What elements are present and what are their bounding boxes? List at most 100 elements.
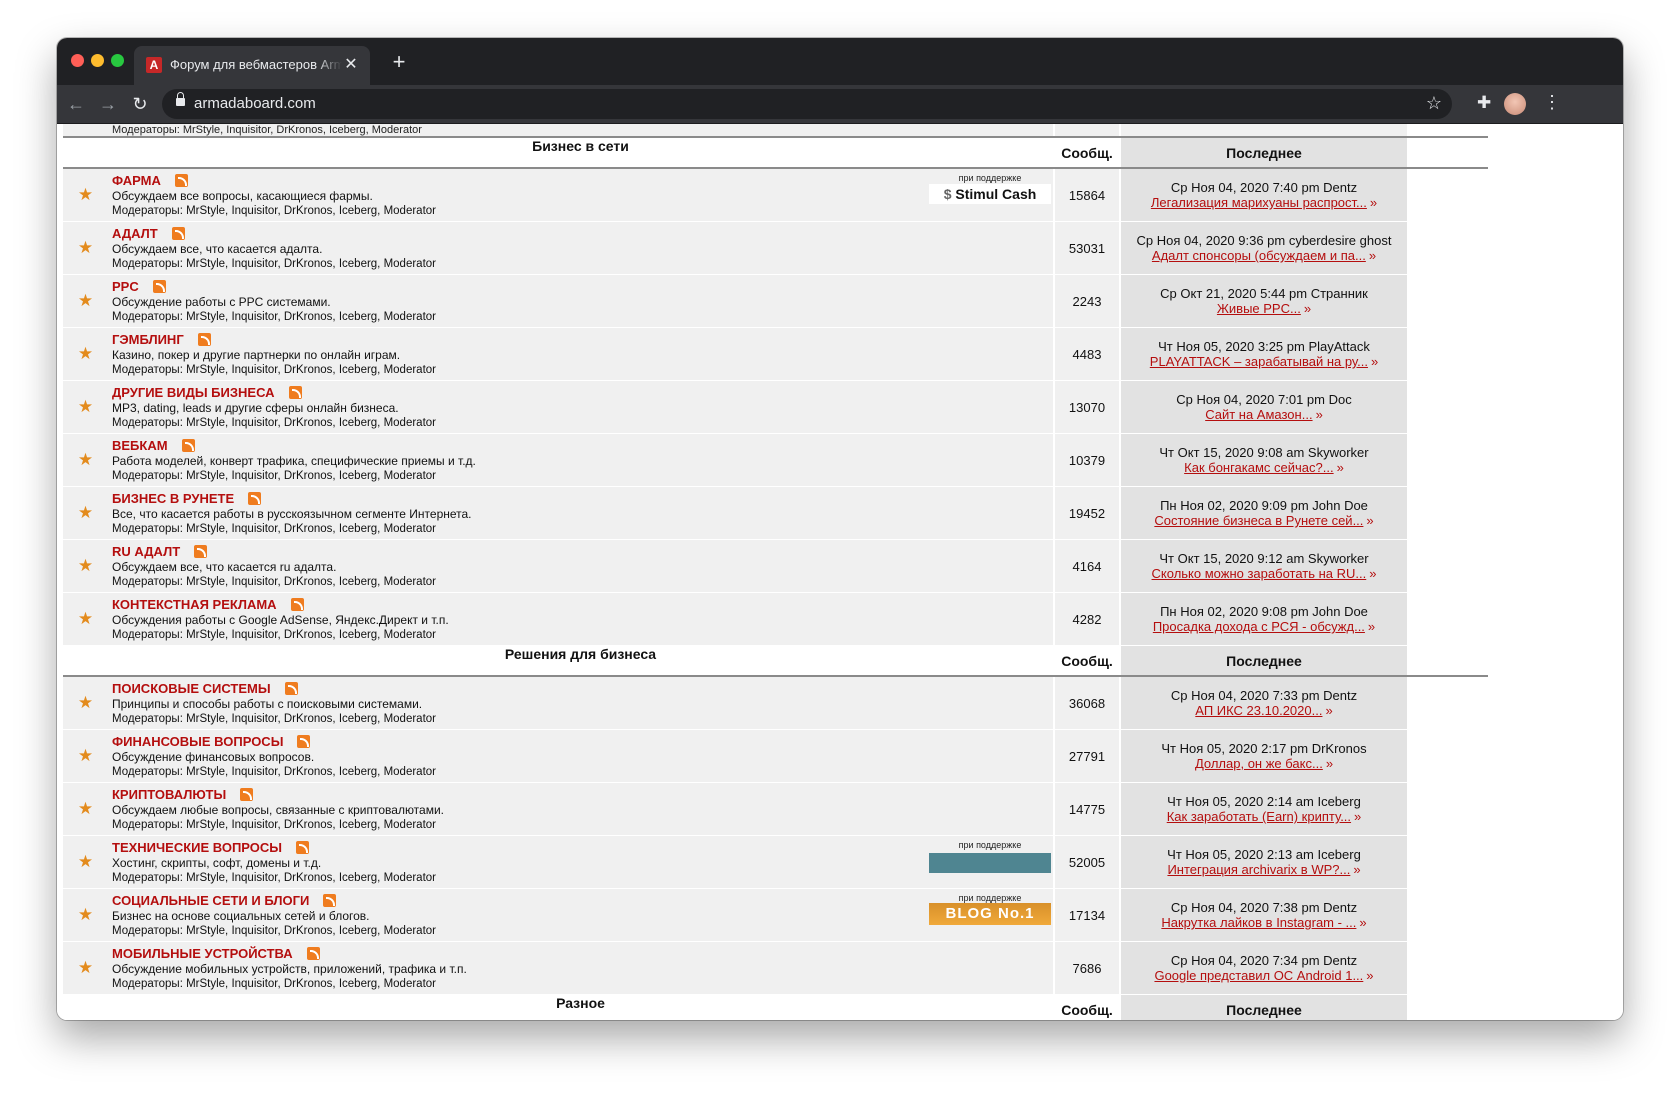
reload-icon[interactable]: ↻: [129, 93, 151, 115]
rss-feed-icon[interactable]: [288, 386, 302, 399]
last-post-arrow-icon[interactable]: »: [1370, 195, 1377, 210]
window-minimize-button[interactable]: [91, 54, 104, 67]
sponsor-label: при поддержке: [958, 173, 1022, 183]
forum-post-count: 15864: [1068, 187, 1106, 203]
browser-menu-icon[interactable]: ⋮: [1543, 92, 1561, 113]
rss-feed-icon[interactable]: [323, 894, 337, 907]
last-post-arrow-icon[interactable]: »: [1369, 248, 1376, 263]
forum-moderators: Модераторы: MrStyle, Inquisitor, DrKrono…: [112, 470, 436, 482]
address-bar[interactable]: armadaboard.com ☆: [162, 89, 1452, 119]
rss-feed-icon[interactable]: [248, 492, 262, 505]
window-maximize-button[interactable]: [111, 54, 124, 67]
forum-title-link[interactable]: ФИНАНСОВЫЕ ВОПРОСЫ: [112, 734, 283, 749]
last-post-arrow-icon[interactable]: »: [1359, 915, 1366, 930]
rss-feed-icon[interactable]: [306, 947, 320, 960]
forum-title-link[interactable]: ГЭМБЛИНГ: [112, 332, 184, 347]
rss-feed-icon[interactable]: [197, 333, 211, 346]
last-post-arrow-icon[interactable]: »: [1353, 862, 1360, 877]
forum-title-link[interactable]: ДРУГИЕ ВИДЫ БИЗНЕСА: [112, 385, 275, 400]
profile-avatar[interactable]: [1504, 93, 1526, 115]
rss-feed-icon[interactable]: [171, 227, 185, 240]
category-header-row: Разное Сообщ. Последнее: [63, 994, 1488, 1020]
last-post-link[interactable]: Накрутка лайков в Instagram - ...: [1161, 915, 1356, 930]
lock-icon[interactable]: [176, 92, 185, 106]
last-post-arrow-icon[interactable]: »: [1354, 809, 1361, 824]
forum-title-link[interactable]: RU АДАЛТ: [112, 544, 180, 559]
rss-feed-icon[interactable]: [152, 280, 166, 293]
last-post-link[interactable]: Сколько можно заработать на RU...: [1152, 566, 1367, 581]
browser-tab[interactable]: A Форум для вебмастеров Armada ✕: [134, 46, 370, 85]
last-post-link[interactable]: Интеграция archivarix в WP?...: [1167, 862, 1350, 877]
rss-feed-icon[interactable]: [296, 841, 310, 854]
forum-description: Обсуждаем все, что касается адалта.: [112, 242, 323, 256]
forum-title-link[interactable]: ВЕБКАМ: [112, 438, 168, 453]
last-post-link[interactable]: Состояние бизнеса в Рунете сей...: [1154, 513, 1363, 528]
forum-post-count: 7686: [1072, 960, 1102, 976]
forum-row: ★ ТЕХНИЧЕСКИЕ ВОПРОСЫ Хостинг, скрипты, со…: [63, 835, 1488, 889]
last-post-link[interactable]: Живые PPC...: [1217, 301, 1301, 316]
last-post-meta: Пн Ноя 02, 2020 9:08 pm John Doe: [1160, 604, 1368, 619]
last-post-arrow-icon[interactable]: »: [1316, 407, 1323, 422]
rss-feed-icon[interactable]: [194, 545, 208, 558]
forum-post-count: 4282: [1072, 611, 1102, 627]
forum-post-count: 13070: [1068, 399, 1106, 415]
last-post-link[interactable]: АП ИКС 23.10.2020...: [1195, 703, 1322, 718]
forum-title-link[interactable]: БИЗНЕС В РУНЕТЕ: [112, 491, 234, 506]
back-icon[interactable]: ←: [65, 93, 87, 115]
extensions-puzzle-icon[interactable]: ✚: [1477, 93, 1491, 113]
blog-no1-logo[interactable]: BLOG No.1: [929, 903, 1051, 925]
last-post-link[interactable]: Адалт спонсоры (обсуждаем и па...: [1152, 248, 1366, 263]
category-title[interactable]: Разное: [556, 995, 605, 1011]
rss-feed-icon[interactable]: [240, 788, 254, 801]
url-text[interactable]: armadaboard.com: [194, 95, 316, 112]
stimul-cash-logo[interactable]: Stimul Cash: [929, 184, 1051, 204]
rss-feed-icon[interactable]: [174, 174, 188, 187]
forum-title-link[interactable]: PPC: [112, 279, 139, 294]
last-post-arrow-icon[interactable]: »: [1366, 513, 1373, 528]
last-post-meta: Чт Ноя 05, 2020 2:17 pm DrKronos: [1161, 741, 1367, 756]
last-post-link[interactable]: Как заработать (Earn) крипту...: [1167, 809, 1351, 824]
forum-title-link[interactable]: МОБИЛЬНЫЕ УСТРОЙСТВА: [112, 946, 293, 961]
sponsor-banner[interactable]: при поддержке: [929, 840, 1051, 873]
column-header-posts: Сообщ.: [1061, 1001, 1113, 1018]
last-post-arrow-icon[interactable]: »: [1326, 756, 1333, 771]
last-post-arrow-icon[interactable]: »: [1371, 354, 1378, 369]
forum-title-link[interactable]: АДАЛТ: [112, 226, 158, 241]
forum-title-link[interactable]: СОЦИАЛЬНЫЕ СЕТИ И БЛОГИ: [112, 893, 309, 908]
new-tab-button[interactable]: +: [389, 51, 409, 73]
last-post-arrow-icon[interactable]: »: [1366, 968, 1373, 983]
category-title[interactable]: Решения для бизнеса: [505, 646, 656, 662]
sponsor-banner[interactable]: при поддержке BLOG No.1: [929, 893, 1051, 925]
rss-feed-icon[interactable]: [290, 598, 304, 611]
column-header-posts: Сообщ.: [1061, 652, 1113, 669]
last-post-link[interactable]: PLAYATTACK – зарабатывай на ру...: [1150, 354, 1368, 369]
rss-feed-icon[interactable]: [284, 682, 298, 695]
bookmark-star-icon[interactable]: ☆: [1426, 93, 1442, 114]
last-post-link[interactable]: Просадка дохода с РСЯ - обсужд...: [1153, 619, 1365, 634]
forum-title-link[interactable]: ТЕХНИЧЕСКИЕ ВОПРОСЫ: [112, 840, 282, 855]
sponsor-banner-image[interactable]: [929, 853, 1051, 873]
last-post-arrow-icon[interactable]: »: [1369, 566, 1376, 581]
forum-title-link[interactable]: ФАРМА: [112, 173, 161, 188]
last-post-arrow-icon[interactable]: »: [1325, 703, 1332, 718]
last-post-arrow-icon[interactable]: »: [1304, 301, 1311, 316]
forum-moderators: Модераторы: MrStyle, Inquisitor, DrKrono…: [112, 713, 436, 725]
last-post-link[interactable]: Сайт на Амазон...: [1205, 407, 1312, 422]
last-post-link[interactable]: Доллар, он же бакс...: [1195, 756, 1323, 771]
forum-title-link[interactable]: КРИПТОВАЛЮТЫ: [112, 787, 226, 802]
last-post-arrow-icon[interactable]: »: [1368, 619, 1375, 634]
forward-icon[interactable]: →: [97, 93, 119, 115]
forum-moderators: Модераторы: MrStyle, Inquisitor, DrKrono…: [112, 311, 436, 323]
window-close-button[interactable]: [71, 54, 84, 67]
forum-title-link[interactable]: ПОИСКОВЫЕ СИСТЕМЫ: [112, 681, 271, 696]
last-post-link[interactable]: Google представил ОС Android 1...: [1154, 968, 1363, 983]
forum-title-link[interactable]: КОНТЕКСТНАЯ РЕКЛАМА: [112, 597, 277, 612]
rss-feed-icon[interactable]: [297, 735, 311, 748]
last-post-arrow-icon[interactable]: »: [1337, 460, 1344, 475]
rss-feed-icon[interactable]: [181, 439, 195, 452]
last-post-link[interactable]: Как бонгакамс сейчас?...: [1184, 460, 1333, 475]
category-title[interactable]: Бизнес в сети: [532, 138, 629, 154]
sponsor-banner[interactable]: при поддержкеStimul Cash: [929, 173, 1051, 204]
close-tab-icon[interactable]: ✕: [342, 56, 360, 74]
last-post-link[interactable]: Легализация марихуаны распрост...: [1151, 195, 1367, 210]
